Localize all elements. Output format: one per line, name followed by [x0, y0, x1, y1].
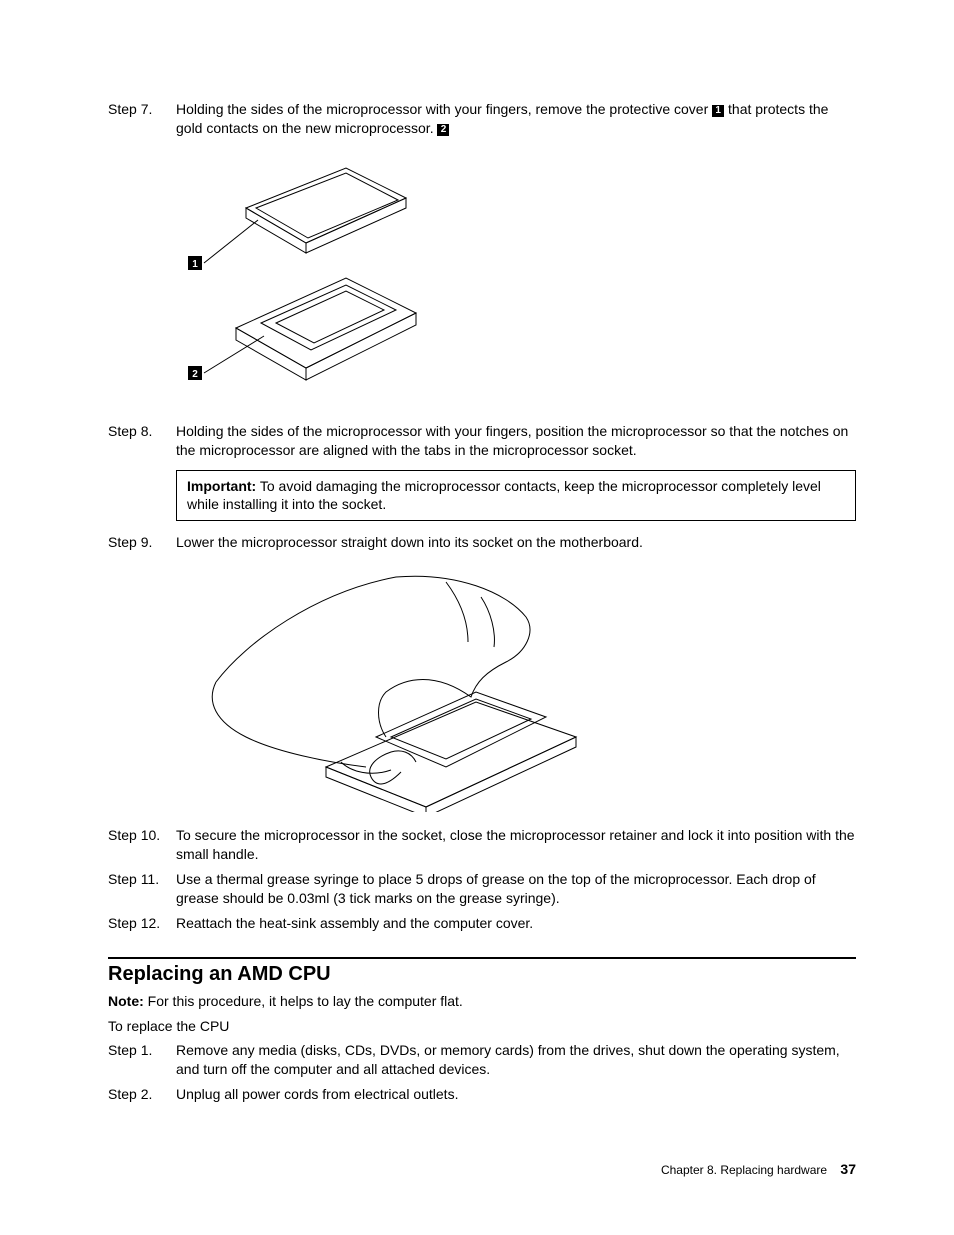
step-list-d: Step 10. To secure the microprocessor in… [108, 826, 856, 932]
figure-lower-cpu [176, 562, 856, 812]
step-label: Step 9. [108, 533, 176, 552]
figure-cpu-cover: 1 2 [176, 148, 856, 408]
footer-page: 37 [840, 1161, 856, 1177]
step-label: Step 2. [108, 1085, 176, 1104]
intro-para: To replace the CPU [108, 1017, 856, 1036]
important-box: Important: To avoid damaging the micropr… [176, 470, 856, 522]
step-e1: Step 1. Remove any media (disks, CDs, DV… [108, 1041, 856, 1079]
step-e2: Step 2. Unplug all power cords from elec… [108, 1085, 856, 1104]
step-body: Unplug all power cords from electrical o… [176, 1085, 856, 1104]
figure-cpu-cover-svg: 1 2 [176, 148, 436, 408]
step-label: Step 1. [108, 1041, 176, 1079]
step-label: Step 10. [108, 826, 176, 864]
step-body: To secure the microprocessor in the sock… [176, 826, 856, 864]
callout-2-inline: 2 [437, 124, 449, 136]
step-label: Step 7. [108, 100, 176, 138]
footer-chapter: Chapter 8. Replacing hardware [661, 1163, 827, 1177]
step-label: Step 11. [108, 870, 176, 908]
step-7: Step 7. Holding the sides of the micropr… [108, 100, 856, 138]
step-label: Step 8. [108, 422, 176, 460]
page-footer: Chapter 8. Replacing hardware 37 [661, 1161, 856, 1177]
step-body: Holding the sides of the microprocessor … [176, 100, 856, 138]
step-body: Lower the microprocessor straight down i… [176, 533, 856, 552]
note-label: Note: [108, 993, 144, 1009]
section-heading: Replacing an AMD CPU [108, 963, 856, 986]
section-rule [108, 957, 856, 959]
step-9: Step 9. Lower the microprocessor straigh… [108, 533, 856, 552]
step-body: Remove any media (disks, CDs, DVDs, or m… [176, 1041, 856, 1079]
step-10: Step 10. To secure the microprocessor in… [108, 826, 856, 864]
step-8: Step 8. Holding the sides of the micropr… [108, 422, 856, 460]
important-label: Important: [187, 478, 256, 494]
figure-lower-cpu-svg [176, 562, 596, 812]
note-text: For this procedure, it helps to lay the … [144, 993, 463, 1009]
step-list-e: Step 1. Remove any media (disks, CDs, DV… [108, 1041, 856, 1104]
step-11: Step 11. Use a thermal grease syringe to… [108, 870, 856, 908]
step-label: Step 12. [108, 914, 176, 933]
step-12: Step 12. Reattach the heat-sink assembly… [108, 914, 856, 933]
step-body: Reattach the heat-sink assembly and the … [176, 914, 856, 933]
step-list-c: Step 9. Lower the microprocessor straigh… [108, 533, 856, 552]
note-para: Note: For this procedure, it helps to la… [108, 992, 856, 1011]
step-list-b: Step 8. Holding the sides of the micropr… [108, 422, 856, 460]
callout-1-inline: 1 [712, 105, 724, 117]
step-body: Holding the sides of the microprocessor … [176, 422, 856, 460]
step-body: Use a thermal grease syringe to place 5 … [176, 870, 856, 908]
figure-callout-1: 1 [192, 259, 198, 270]
step-list-a: Step 7. Holding the sides of the micropr… [108, 100, 856, 138]
important-text: To avoid damaging the microprocessor con… [187, 478, 821, 513]
step-text-pre: Holding the sides of the microprocessor … [176, 101, 712, 117]
figure-callout-2: 2 [192, 369, 198, 380]
